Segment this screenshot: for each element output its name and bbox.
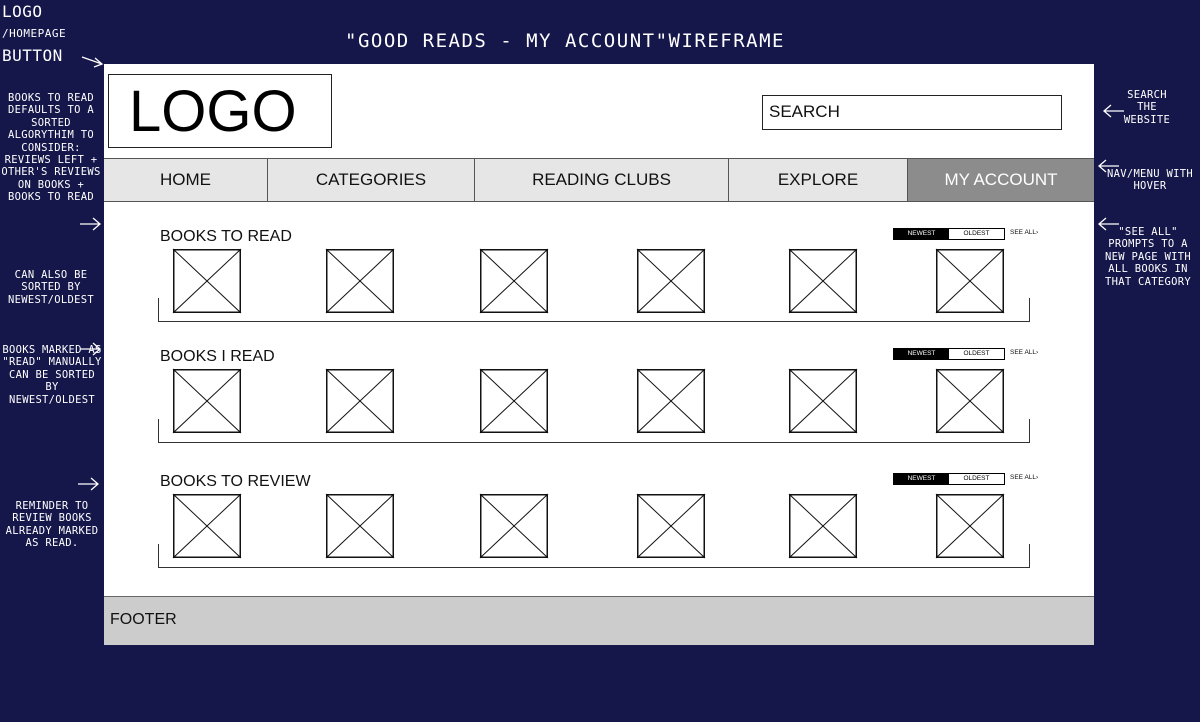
section-books-to-review: BOOKS TO REVIEW NEWEST OLDEST SEE ALL› — [104, 473, 1094, 583]
see-all-label: SEE ALL — [1010, 474, 1037, 481]
nav-item-categories[interactable]: CATEGORIES — [268, 159, 475, 201]
sort-newest-button[interactable]: NEWEST — [894, 474, 949, 484]
annotation-books-to-read-sort: CAN ALSO BE SORTED BY NEWEST/OLDEST — [7, 269, 95, 306]
sort-toggle: NEWEST OLDEST — [893, 473, 1005, 485]
footer: FOOTER — [104, 596, 1094, 645]
annotation-nav: NAV/MENU WITH HOVER — [1106, 168, 1194, 193]
annotation-books-review: REMINDER TO REVIEW BOOKS ALREADY MARKED … — [5, 500, 99, 550]
see-all-label: SEE ALL — [1010, 349, 1037, 356]
see-all-link[interactable]: SEE ALL› — [1010, 474, 1038, 481]
nav-menu: HOME CATEGORIES READING CLUBS EXPLORE MY… — [104, 158, 1094, 202]
sort-newest-button[interactable]: NEWEST — [894, 229, 949, 239]
annotation-see-all: "SEE ALL" PROMPTS TO A NEW PAGE WITH ALL… — [1104, 226, 1192, 288]
sort-toggle: NEWEST OLDEST — [893, 348, 1005, 360]
annotation-books-to-read: BOOKS TO READ DEFAULTS TO A SORTED ALGOR… — [1, 92, 101, 204]
section-bracket — [158, 298, 1030, 322]
section-books-i-read: BOOKS I READ NEWEST OLDEST SEE ALL› — [104, 348, 1094, 458]
search-input[interactable]: SEARCH — [762, 95, 1062, 130]
sort-oldest-button[interactable]: OLDEST — [949, 229, 1004, 239]
section-title: BOOKS TO READ — [160, 228, 292, 245]
annotation-logo-line3: BUTTON — [2, 46, 63, 65]
section-books-to-read: BOOKS TO READ NEWEST OLDEST SEE ALL› — [104, 228, 1094, 338]
see-all-link[interactable]: SEE ALL› — [1010, 349, 1038, 356]
annotation-search: SEARCH THE WEBSITE — [1123, 89, 1171, 126]
section-bracket — [158, 544, 1030, 568]
arrow-icon — [80, 217, 101, 231]
sort-oldest-button[interactable]: OLDEST — [949, 349, 1004, 359]
logo-homepage-button[interactable]: LOGO — [108, 74, 332, 148]
arrow-icon — [78, 477, 99, 491]
chevron-right-icon: › — [1036, 229, 1039, 236]
nav-item-reading-clubs[interactable]: READING CLUBS — [475, 159, 729, 201]
section-bracket — [158, 419, 1030, 443]
section-title: BOOKS TO REVIEW — [160, 473, 311, 490]
nav-item-my-account[interactable]: MY ACCOUNT — [908, 159, 1094, 201]
annotation-logo-line2: /HOMEPAGE — [2, 27, 67, 40]
annotation-logo-line1: LOGO — [2, 2, 43, 21]
sort-toggle: NEWEST OLDEST — [893, 228, 1005, 240]
sort-newest-button[interactable]: NEWEST — [894, 349, 949, 359]
page-title: "GOOD READS - MY ACCOUNT"WIREFRAME — [345, 30, 785, 52]
sort-oldest-button[interactable]: OLDEST — [949, 474, 1004, 484]
arrow-icon — [81, 56, 104, 68]
nav-item-home[interactable]: HOME — [104, 159, 268, 201]
section-title: BOOKS I READ — [160, 348, 275, 365]
chevron-right-icon: › — [1036, 349, 1039, 356]
chevron-right-icon: › — [1036, 474, 1039, 481]
see-all-label: SEE ALL — [1010, 229, 1037, 236]
arrow-icon — [80, 342, 101, 356]
nav-item-explore[interactable]: EXPLORE — [729, 159, 908, 201]
wireframe-frame: LOGO SEARCH HOME CATEGORIES READING CLUB… — [104, 64, 1094, 645]
annotation-logo: LOGO /HOMEPAGE BUTTON — [2, 1, 66, 67]
see-all-link[interactable]: SEE ALL› — [1010, 229, 1038, 236]
